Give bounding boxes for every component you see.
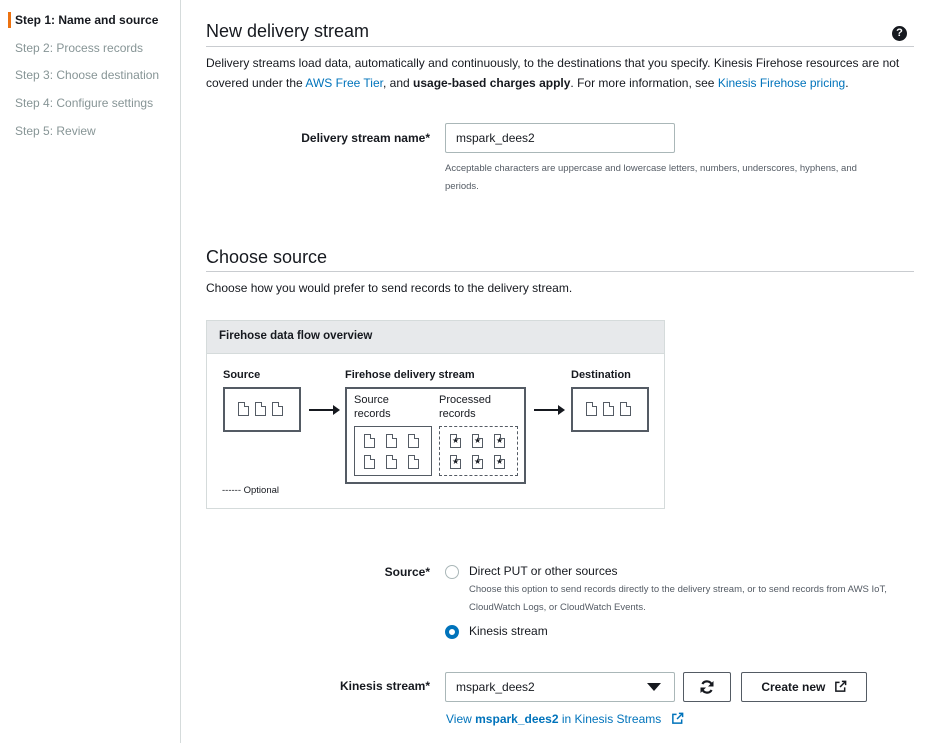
document-icon — [408, 455, 419, 469]
aws-free-tier-link[interactable]: AWS Free Tier — [305, 76, 383, 90]
step-5-review[interactable]: Step 5: Review — [15, 124, 96, 138]
description-text: , and — [382, 76, 414, 90]
usage-charges-text: usage-based charges apply — [413, 76, 571, 90]
processed-document-icon: ★ — [450, 455, 461, 469]
external-link-icon — [671, 712, 683, 724]
direct-put-description: Choose this option to send records direc… — [469, 584, 887, 613]
arrow-icon — [309, 405, 340, 415]
source-label: Source* — [384, 565, 430, 579]
delivery-stream-box: Source records Processed records ★ ★ ★ ★… — [345, 387, 526, 484]
processed-records-group: ★ ★ ★ ★ ★ ★ — [439, 426, 518, 476]
source-records-group — [354, 426, 432, 476]
processed-document-icon: ★ — [472, 455, 483, 469]
kinesis-stream-selected-value: mspark_dees2 — [456, 680, 535, 694]
choose-source-description: Choose how you would prefer to send reco… — [206, 281, 573, 295]
diagram-title: Firehose data flow overview — [207, 321, 664, 354]
document-icon — [408, 434, 419, 448]
section-divider — [206, 46, 914, 47]
external-link-icon — [834, 680, 847, 692]
radio-direct-put-label[interactable]: Direct PUT or other sources — [469, 564, 618, 578]
delivery-stream-name-label: Delivery stream name* — [301, 131, 430, 145]
processed-records-label-2: records — [439, 408, 476, 420]
chevron-down-icon[interactable] — [647, 683, 661, 691]
step-1-name-and-source[interactable]: Step 1: Name and source — [15, 13, 158, 27]
diagram-destination-label: Destination — [571, 369, 631, 381]
view-in-kinesis-streams-link[interactable]: View mspark_dees2 in Kinesis Streams — [446, 712, 684, 726]
firehose-data-flow-diagram: Firehose data flow overview Source Fireh… — [206, 320, 665, 509]
delivery-stream-name-hint: Acceptable characters are uppercase and … — [445, 163, 857, 192]
description-text: . For more information, see — [570, 76, 718, 90]
document-icon — [255, 402, 266, 416]
section-divider — [206, 271, 914, 272]
kinesis-stream-label: Kinesis stream* — [339, 679, 430, 693]
arrow-icon — [534, 405, 565, 415]
description-text: . — [845, 76, 849, 90]
destination-box — [571, 387, 649, 432]
kinesis-stream-select[interactable]: mspark_dees2 — [445, 672, 675, 702]
active-step-indicator — [8, 12, 11, 28]
diagram-stream-label: Firehose delivery stream — [345, 369, 475, 381]
diagram-source-label: Source — [223, 369, 261, 381]
processed-records-label: Processed — [439, 394, 491, 406]
section-title-new-delivery-stream: New delivery stream — [206, 21, 370, 41]
link-text: in Kinesis Streams — [558, 712, 662, 726]
source-records-label: Source — [354, 394, 389, 406]
document-icon — [386, 434, 397, 448]
radio-kinesis-stream-label[interactable]: Kinesis stream — [469, 624, 548, 638]
processed-document-icon: ★ — [472, 434, 483, 448]
help-icon[interactable]: ? — [892, 26, 907, 41]
step-4-configure-settings[interactable]: Step 4: Configure settings — [15, 96, 153, 110]
delivery-stream-description: Delivery streams load data, automaticall… — [206, 53, 906, 93]
radio-direct-put[interactable] — [445, 565, 459, 579]
processed-document-icon: ★ — [450, 434, 461, 448]
document-icon — [620, 402, 631, 416]
wizard-steps-nav: Step 1: Name and source Step 2: Process … — [0, 0, 181, 743]
processed-document-icon: ★ — [494, 434, 505, 448]
processed-document-icon: ★ — [494, 455, 505, 469]
section-title-choose-source: Choose source — [206, 247, 328, 267]
step-3-choose-destination[interactable]: Step 3: Choose destination — [15, 68, 159, 82]
source-box — [223, 387, 301, 432]
document-icon — [364, 455, 375, 469]
document-icon — [603, 402, 614, 416]
refresh-button[interactable] — [683, 672, 731, 702]
refresh-icon — [700, 680, 714, 694]
link-text: View — [446, 712, 476, 726]
diagram-legend-optional: ------ Optional — [222, 485, 280, 496]
link-stream-name: mspark_dees2 — [475, 712, 559, 726]
radio-kinesis-stream[interactable] — [445, 625, 459, 639]
document-icon — [364, 434, 375, 448]
create-new-label: Create new — [761, 680, 826, 694]
document-icon — [586, 402, 597, 416]
document-icon — [238, 402, 249, 416]
delivery-stream-name-input[interactable] — [445, 123, 675, 153]
kinesis-firehose-pricing-link[interactable]: Kinesis Firehose pricing — [718, 76, 845, 90]
step-2-process-records[interactable]: Step 2: Process records — [15, 41, 143, 55]
document-icon — [386, 455, 397, 469]
document-icon — [272, 402, 283, 416]
create-new-button[interactable]: Create new — [741, 672, 867, 702]
source-records-label-2: records — [354, 408, 391, 420]
